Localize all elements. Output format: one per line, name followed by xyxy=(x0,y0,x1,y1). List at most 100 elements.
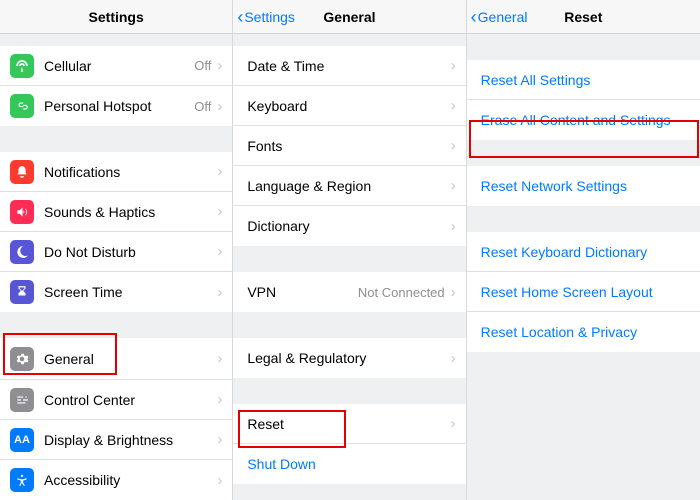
general-row-keyboard[interactable]: Keyboard › xyxy=(233,86,465,126)
row-label: Reset Keyboard Dictionary xyxy=(481,244,690,260)
settings-pane: Settings Cellular Off › Personal Hotspot… xyxy=(0,0,233,500)
chevron-right-icon: › xyxy=(451,57,456,74)
settings-row-cellular[interactable]: Cellular Off › xyxy=(0,46,232,86)
reset-row-keyboard[interactable]: Reset Keyboard Dictionary xyxy=(467,232,700,272)
chevron-right-icon: › xyxy=(217,163,222,180)
row-label: Screen Time xyxy=(44,284,217,300)
row-label: VPN xyxy=(247,284,358,300)
chevron-right-icon: › xyxy=(217,472,222,489)
general-row-legal[interactable]: Legal & Regulatory › xyxy=(233,338,465,378)
link-icon xyxy=(10,94,34,118)
general-row-datetime[interactable]: Date & Time › xyxy=(233,46,465,86)
nav-bar: Settings xyxy=(0,0,232,34)
nav-bar: ‹ General Reset xyxy=(467,0,700,34)
row-label: Fonts xyxy=(247,138,450,154)
reset-pane: ‹ General Reset Reset All Settings Erase… xyxy=(467,0,700,500)
row-value: Not Connected xyxy=(358,285,445,300)
row-label: Legal & Regulatory xyxy=(247,350,450,366)
settings-row-general[interactable]: General › xyxy=(0,338,232,380)
back-button[interactable]: ‹ General xyxy=(471,8,528,26)
speaker-icon xyxy=(10,200,34,224)
chevron-right-icon: › xyxy=(451,218,456,235)
row-label: Sounds & Haptics xyxy=(44,204,217,220)
general-row-vpn[interactable]: VPN Not Connected › xyxy=(233,272,465,312)
row-label: Do Not Disturb xyxy=(44,244,217,260)
settings-group-system: General › Control Center › AA Display & … xyxy=(0,338,232,500)
general-group-1: Date & Time › Keyboard › Fonts › Languag… xyxy=(233,46,465,246)
reset-row-location[interactable]: Reset Location & Privacy xyxy=(467,312,700,352)
general-group-vpn: VPN Not Connected › xyxy=(233,272,465,312)
chevron-right-icon: › xyxy=(217,98,222,115)
settings-row-accessibility[interactable]: Accessibility › xyxy=(0,460,232,500)
reset-row-network[interactable]: Reset Network Settings xyxy=(467,166,700,206)
general-pane: ‹ Settings General Date & Time › Keyboar… xyxy=(233,0,466,500)
reset-group-1: Reset All Settings Erase All Content and… xyxy=(467,60,700,140)
settings-row-display[interactable]: AA Display & Brightness › xyxy=(0,420,232,460)
settings-group-network: Cellular Off › Personal Hotspot Off › xyxy=(0,46,232,126)
reset-row-erase-all[interactable]: Erase All Content and Settings xyxy=(467,100,700,140)
reset-row-homescreen[interactable]: Reset Home Screen Layout xyxy=(467,272,700,312)
general-row-reset[interactable]: Reset › xyxy=(233,404,465,444)
nav-bar: ‹ Settings General xyxy=(233,0,465,34)
settings-row-screentime[interactable]: Screen Time › xyxy=(0,272,232,312)
general-row-dictionary[interactable]: Dictionary › xyxy=(233,206,465,246)
reset-group-2: Reset Network Settings xyxy=(467,166,700,206)
row-label: Shut Down xyxy=(247,456,455,472)
general-row-fonts[interactable]: Fonts › xyxy=(233,126,465,166)
chevron-right-icon: › xyxy=(217,350,222,367)
row-label: Dictionary xyxy=(247,218,450,234)
chevron-right-icon: › xyxy=(451,97,456,114)
chevron-right-icon: › xyxy=(217,57,222,74)
nav-title: General xyxy=(323,9,375,25)
general-group-reset: Reset › Shut Down xyxy=(233,404,465,484)
general-group-legal: Legal & Regulatory › xyxy=(233,338,465,378)
back-label: General xyxy=(478,9,528,25)
chevron-right-icon: › xyxy=(217,203,222,220)
row-label: Reset All Settings xyxy=(481,72,690,88)
row-label: Reset xyxy=(247,416,450,432)
row-label: Erase All Content and Settings xyxy=(481,112,690,128)
chevron-right-icon: › xyxy=(451,415,456,432)
nav-title: Reset xyxy=(564,9,602,25)
row-label: Reset Network Settings xyxy=(481,178,690,194)
accessibility-icon xyxy=(10,468,34,492)
sliders-icon xyxy=(10,388,34,412)
row-value: Off xyxy=(194,58,211,73)
text-size-icon: AA xyxy=(10,428,34,452)
chevron-right-icon: › xyxy=(451,284,456,301)
moon-icon xyxy=(10,240,34,264)
row-label: Personal Hotspot xyxy=(44,98,194,114)
row-label: Cellular xyxy=(44,58,194,74)
chevron-right-icon: › xyxy=(217,431,222,448)
chevron-right-icon: › xyxy=(451,137,456,154)
row-label: Keyboard xyxy=(247,98,450,114)
row-label: Accessibility xyxy=(44,472,217,488)
row-label: Reset Location & Privacy xyxy=(481,324,690,340)
hourglass-icon xyxy=(10,280,34,304)
chevron-right-icon: › xyxy=(217,391,222,408)
antenna-icon xyxy=(10,54,34,78)
settings-row-controlcenter[interactable]: Control Center › xyxy=(0,380,232,420)
settings-row-hotspot[interactable]: Personal Hotspot Off › xyxy=(0,86,232,126)
settings-group-alerts: Notifications › Sounds & Haptics › Do No… xyxy=(0,152,232,312)
row-label: Display & Brightness xyxy=(44,432,217,448)
settings-row-dnd[interactable]: Do Not Disturb › xyxy=(0,232,232,272)
reset-row-all-settings[interactable]: Reset All Settings xyxy=(467,60,700,100)
reset-group-3: Reset Keyboard Dictionary Reset Home Scr… xyxy=(467,232,700,352)
chevron-left-icon: ‹ xyxy=(237,8,243,26)
settings-row-notifications[interactable]: Notifications › xyxy=(0,152,232,192)
row-label: Language & Region xyxy=(247,178,450,194)
settings-row-sounds[interactable]: Sounds & Haptics › xyxy=(0,192,232,232)
chevron-right-icon: › xyxy=(451,350,456,367)
general-row-shutdown[interactable]: Shut Down xyxy=(233,444,465,484)
back-button[interactable]: ‹ Settings xyxy=(237,8,295,26)
back-label: Settings xyxy=(244,9,295,25)
row-label: Control Center xyxy=(44,392,217,408)
row-label: Notifications xyxy=(44,164,217,180)
row-label: Date & Time xyxy=(247,58,450,74)
general-row-language[interactable]: Language & Region › xyxy=(233,166,465,206)
nav-title: Settings xyxy=(89,9,144,25)
bell-icon xyxy=(10,160,34,184)
chevron-right-icon: › xyxy=(217,284,222,301)
chevron-right-icon: › xyxy=(217,243,222,260)
